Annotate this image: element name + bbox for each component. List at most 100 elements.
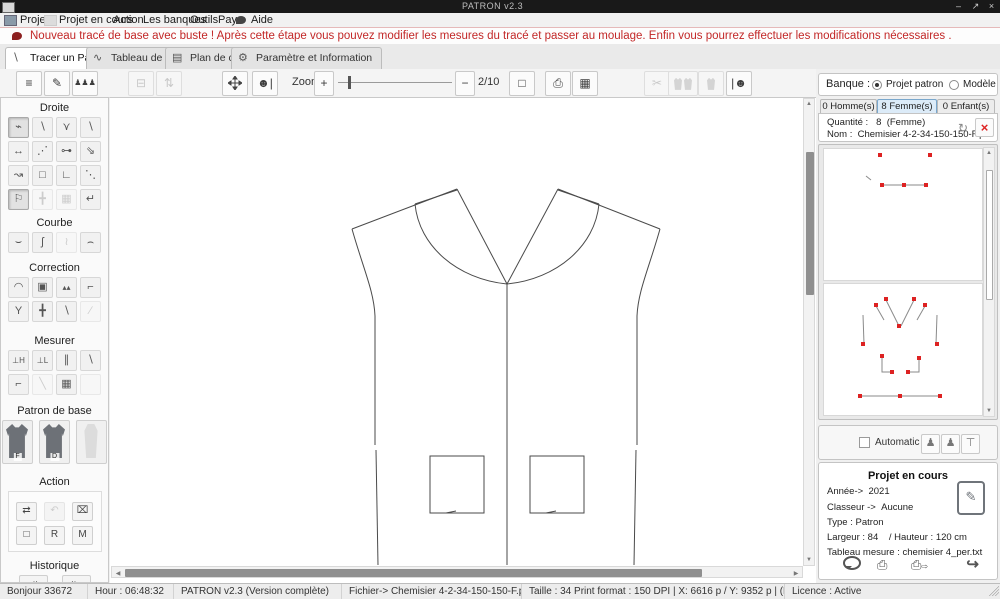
automatic-checkbox[interactable]	[859, 437, 870, 448]
child-icon-button[interactable]: ⊤	[961, 434, 980, 454]
tool-droite-flag[interactable]: ⚐	[8, 189, 29, 210]
canvas-horizontal-scrollbar[interactable]: ◀ ▶	[111, 566, 803, 578]
r-button[interactable]: R	[44, 526, 65, 545]
blank-square-button[interactable]: □	[16, 526, 37, 545]
tool-correction-step[interactable]: ⌐	[80, 277, 101, 298]
man-icon-button[interactable]: ♟	[921, 434, 940, 454]
status-hour: Hour : 06:48:32	[88, 584, 174, 599]
scroll-right-icon[interactable]: ▶	[792, 570, 800, 577]
comment-icon[interactable]	[843, 556, 861, 570]
zoom-slider-thumb[interactable]	[348, 76, 351, 89]
toolbar: ≡ ✎ ♟♟♟ ⊟ ⇅ ☻| Zoom + − 2/10 □ ⎙ ▦ ✂ |☻	[0, 69, 816, 98]
hscroll-thumb[interactable]	[125, 569, 702, 577]
status-size-format: Taille : 34 Print format : 150 DPI | X: …	[522, 584, 785, 599]
tool-mesurer-corner[interactable]: ⌐	[8, 374, 29, 395]
tool-droite-perpendicular[interactable]: ∟	[56, 165, 77, 186]
tool-droite-points[interactable]: ⋰	[32, 141, 53, 162]
scroll-up-icon[interactable]: ▲	[984, 150, 994, 156]
tool-correction-peaks[interactable]: ▴▴	[56, 277, 77, 298]
tool-droite-to-corner[interactable]: ⇘	[80, 141, 101, 162]
tool-courbe-hook[interactable]: ⌢	[80, 232, 101, 253]
radio-projet-patron[interactable]	[872, 80, 882, 90]
thumbnail-item-1[interactable]	[823, 148, 983, 281]
zoom-slider[interactable]	[338, 82, 452, 83]
quantity-row: Quantité : 8 (Femme)	[827, 117, 925, 128]
tool-droite-polyline[interactable]: ⌁	[8, 117, 29, 138]
bank-tab-enfants[interactable]: 0 Enfant(s)	[937, 99, 995, 113]
close-icon[interactable]: ×	[984, 0, 999, 12]
bank-tab-femmes[interactable]: 8 Femme(s)	[877, 99, 937, 113]
zoom-in-button[interactable]: +	[314, 71, 334, 96]
resize-grip[interactable]	[989, 586, 999, 596]
tool-droite-short-segment[interactable]: ∖	[80, 117, 101, 138]
delete-pattern-button[interactable]: ×	[975, 118, 994, 137]
tool-courbe-s[interactable]: ʃ	[32, 232, 53, 253]
scroll-down-icon[interactable]: ▼	[804, 557, 814, 563]
radio-modele[interactable]	[949, 80, 959, 90]
m-button[interactable]: M	[72, 526, 93, 545]
project-binder-row: Classeur -> Aucune	[827, 502, 913, 513]
thumbnail-2-preview	[824, 284, 980, 413]
maximize-icon[interactable]: ↗	[968, 0, 983, 12]
mannequin-talk-button[interactable]: |☻	[726, 71, 752, 96]
scroll-down-icon[interactable]: ▼	[984, 408, 994, 414]
patron-base-back[interactable]: D	[39, 420, 70, 464]
menu-outils[interactable]: Outils	[190, 13, 218, 27]
tool-droite-horizontal[interactable]: ↔	[8, 141, 29, 162]
printer-icon[interactable]: ⎙	[877, 557, 887, 573]
swap-arrows-button[interactable]: ⇄	[16, 502, 37, 521]
tool-droite-rectangle[interactable]: □	[32, 165, 53, 186]
tool-correction-dart[interactable]: ◠	[8, 277, 29, 298]
pattern-canvas[interactable]: ▲ ▼ ◀ ▶	[110, 97, 816, 583]
print-button[interactable]: ⎙	[545, 71, 571, 96]
delete-button[interactable]: ⌧	[72, 502, 93, 521]
bank-tab-hommes[interactable]: 0 Homme(s)	[820, 99, 877, 113]
vneck-right	[507, 189, 558, 284]
transfer-icon[interactable]: ↪	[966, 555, 979, 573]
vscroll-thumb[interactable]	[806, 152, 814, 295]
tab-parametre-et-information[interactable]: ⚙ Paramètre et Information	[231, 47, 382, 69]
menu-action[interactable]: Action	[113, 13, 144, 27]
history-back-button[interactable]: ⇤	[62, 575, 91, 583]
menu-aide[interactable]: Aide	[251, 13, 273, 27]
tool-correction-split[interactable]: Y	[8, 301, 29, 322]
page-view-button[interactable]: □	[509, 71, 535, 96]
tool-droite-oblique[interactable]: ⋱	[80, 165, 101, 186]
mannequins-button[interactable]: ♟♟♟	[72, 71, 98, 96]
tool-correction-cross[interactable]: ╋	[32, 301, 53, 322]
grid-button[interactable]: ▦	[572, 71, 598, 96]
bank-scrollbar[interactable]: ▲ ▼	[983, 147, 995, 417]
canvas-vertical-scrollbar[interactable]: ▲ ▼	[803, 98, 815, 566]
thumbnail-item-2[interactable]	[823, 283, 983, 416]
project-box: Projet en cours ✎ Année-> 2021 Classeur …	[818, 462, 998, 580]
scroll-up-icon[interactable]: ▲	[804, 101, 814, 107]
radio-projet-patron-label: Projet patron	[886, 79, 943, 90]
tool-droite-join[interactable]: ⊶	[56, 141, 77, 162]
tool-mesurer-grid[interactable]: ▦	[56, 374, 77, 395]
printer-export-icon[interactable]: ⎙⇨	[911, 557, 928, 573]
patron-base-front[interactable]: F	[2, 420, 33, 464]
bank-scroll-thumb[interactable]	[986, 170, 993, 300]
tool-correction-bodice[interactable]: ▣	[32, 277, 53, 298]
scroll-left-icon[interactable]: ◀	[114, 570, 122, 577]
tool-mesurer-diagonal[interactable]: ∖	[80, 350, 101, 371]
history-forward-button[interactable]: ⇥	[19, 575, 48, 583]
assistant-button[interactable]: ☻|	[252, 71, 278, 96]
minimize-icon[interactable]: –	[951, 0, 966, 12]
tool-mesurer-length[interactable]: ⊥L	[32, 350, 53, 371]
list-button[interactable]: ≡	[16, 71, 42, 96]
tool-droite-tangent[interactable]: ↝	[8, 165, 29, 186]
tool-droite-fork[interactable]: ⋎	[56, 117, 77, 138]
zoom-out-button[interactable]: −	[455, 71, 475, 96]
tool-correction-slant[interactable]: ∖	[56, 301, 77, 322]
edit-button[interactable]: ✎	[44, 71, 70, 96]
refresh-icon[interactable]: ↻	[955, 120, 971, 136]
edit-document-icon[interactable]: ✎	[957, 481, 985, 515]
tool-mesurer-height[interactable]: ⊥H	[8, 350, 29, 371]
tool-droite-segment[interactable]: ∖	[32, 117, 53, 138]
tool-courbe-concave[interactable]: ⌣	[8, 232, 29, 253]
tool-droite-corner-arrow[interactable]: ↵	[80, 189, 101, 210]
pan-button[interactable]	[222, 71, 248, 96]
tool-mesurer-parallel[interactable]: ∥	[56, 350, 77, 371]
woman-icon-button[interactable]: ♟	[941, 434, 960, 454]
